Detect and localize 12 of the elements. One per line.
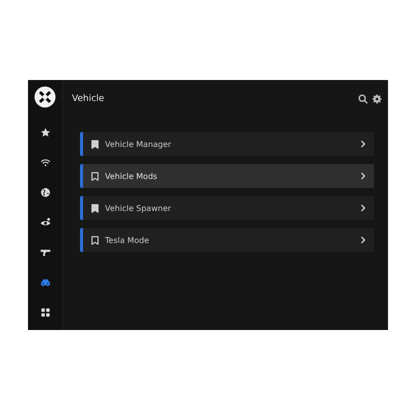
logo-icon	[34, 86, 56, 108]
chevron-icon	[360, 172, 366, 180]
menu-item[interactable]: Vehicle Spawner	[80, 196, 374, 220]
chevron-icon	[360, 236, 366, 244]
menu-item[interactable]: Vehicle Mods	[80, 164, 374, 188]
settings-icon[interactable]	[372, 94, 382, 104]
page-title: Vehicle	[72, 94, 106, 104]
chevron-icon	[360, 204, 366, 212]
search-icon[interactable]	[358, 94, 368, 104]
menu-item[interactable]: Tesla Mode	[80, 228, 374, 252]
chevron-icon	[360, 140, 366, 148]
menu-item[interactable]: Vehicle Manager	[80, 132, 374, 156]
